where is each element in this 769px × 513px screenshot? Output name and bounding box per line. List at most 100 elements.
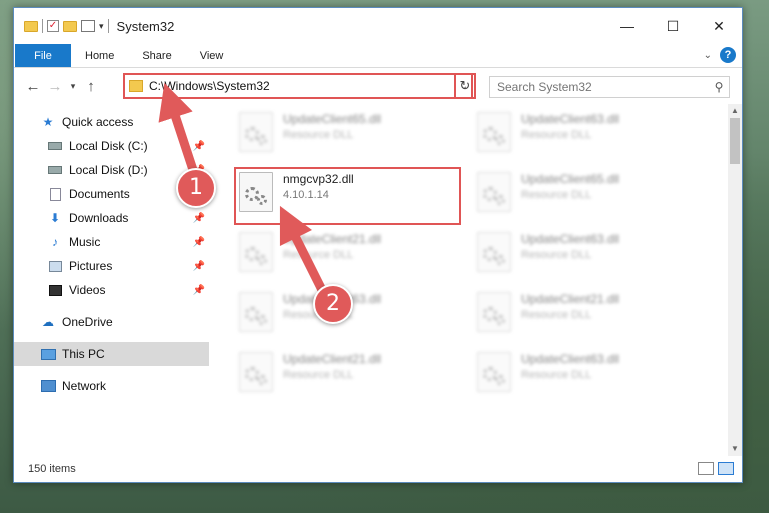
file-item[interactable]: UpdateClient65.dll Resource DLL bbox=[239, 112, 459, 162]
properties-check-icon[interactable]: ✓ bbox=[47, 20, 59, 32]
dll-file-icon bbox=[477, 232, 511, 272]
sidebar-item-downloads[interactable]: ⬇ Downloads 📌 bbox=[14, 206, 209, 230]
sidebar-item-label: Local Disk (C:) bbox=[69, 139, 148, 153]
pin-icon[interactable]: 📌 bbox=[193, 141, 205, 152]
close-button[interactable]: ✕ bbox=[696, 8, 742, 44]
sidebar-item-label: Videos bbox=[69, 283, 106, 297]
up-arrow-icon[interactable]: ↑ bbox=[80, 78, 102, 95]
file-description: Resource DLL bbox=[521, 189, 592, 201]
tab-share[interactable]: Share bbox=[128, 44, 185, 67]
minimize-button[interactable]: — bbox=[604, 8, 650, 44]
tab-home[interactable]: Home bbox=[71, 44, 128, 67]
file-name: UpdateClient21.dll bbox=[283, 232, 382, 246]
sidebar-item-quick-access[interactable]: ★ Quick access bbox=[14, 110, 209, 134]
cloud-icon: ☁ bbox=[42, 315, 54, 329]
title-bar: ✓ ▾ System32 — ☐ ✕ bbox=[14, 8, 742, 44]
customize-dropdown-icon[interactable]: ▾ bbox=[99, 21, 104, 32]
file-description: Resource DLL bbox=[283, 369, 354, 381]
sidebar-item-label: Documents bbox=[69, 187, 130, 201]
forward-arrow-icon[interactable]: → bbox=[44, 78, 66, 95]
properties-icon[interactable] bbox=[81, 20, 95, 32]
file-name: UpdateClient21.dll bbox=[521, 292, 620, 306]
file-description: Resource DLL bbox=[521, 309, 592, 321]
file-item[interactable]: UpdateClient63.dll Resource DLL bbox=[477, 232, 697, 282]
sidebar-item-pictures[interactable]: Pictures 📌 bbox=[14, 254, 209, 278]
search-input[interactable] bbox=[497, 80, 709, 94]
sidebar-item-videos[interactable]: Videos 📌 bbox=[14, 278, 209, 302]
large-icons-view-icon[interactable] bbox=[718, 462, 734, 475]
recent-locations-icon[interactable]: ▾ bbox=[66, 81, 80, 92]
folder-icon bbox=[24, 20, 38, 32]
view-toggle bbox=[698, 462, 734, 475]
file-item[interactable]: UpdateClient63.dll Resource DLL bbox=[477, 112, 697, 162]
tab-view[interactable]: View bbox=[186, 44, 238, 67]
sidebar-item-label: Pictures bbox=[69, 259, 113, 273]
sidebar-item-onedrive[interactable]: ☁ OneDrive bbox=[14, 310, 209, 334]
explorer-body: ★ Quick access Local Disk (C:) 📌 Local D… bbox=[14, 104, 742, 456]
scroll-down-icon[interactable]: ▼ bbox=[728, 442, 742, 456]
disk-icon bbox=[47, 163, 63, 177]
downloads-icon: ⬇ bbox=[49, 211, 61, 225]
vertical-scrollbar[interactable]: ▲ ▼ bbox=[728, 104, 742, 456]
details-view-icon[interactable] bbox=[698, 462, 714, 475]
file-item[interactable]: UpdateClient21.dll Resource DLL bbox=[239, 232, 459, 282]
refresh-button[interactable]: ↻ bbox=[454, 73, 476, 99]
search-box[interactable]: ⚲ bbox=[489, 76, 730, 98]
file-description: Resource DLL bbox=[283, 249, 354, 261]
file-item[interactable]: UpdateClient21.dll Resource DLL bbox=[239, 352, 459, 402]
file-description: Resource DLL bbox=[521, 369, 592, 381]
dll-file-icon bbox=[239, 292, 273, 332]
sidebar-item-label: Quick access bbox=[62, 115, 134, 129]
address-path[interactable]: C:\Windows\System32 bbox=[149, 79, 457, 93]
dll-file-icon bbox=[477, 112, 511, 152]
dll-file-icon bbox=[477, 352, 511, 392]
address-bar[interactable]: C:\Windows\System32 ⌄ bbox=[123, 73, 473, 99]
search-icon: ⚲ bbox=[714, 80, 724, 94]
sidebar-item-music[interactable]: ♪ Music 📌 bbox=[14, 230, 209, 254]
pin-icon[interactable]: 📌 bbox=[193, 285, 205, 296]
file-item[interactable]: UpdateClient21.dll Resource DLL bbox=[477, 292, 697, 342]
sidebar-item-this-pc[interactable]: This PC bbox=[14, 342, 209, 366]
item-count: 150 items bbox=[28, 463, 76, 475]
pin-icon[interactable]: 📌 bbox=[193, 213, 205, 224]
pin-icon[interactable]: 📌 bbox=[193, 237, 205, 248]
sidebar-item-label: Downloads bbox=[69, 211, 129, 225]
sidebar-item-network[interactable]: Network bbox=[14, 374, 209, 398]
quick-access-toolbar: ✓ ▾ bbox=[14, 19, 109, 33]
file-item[interactable]: UpdateClient63.dll Resource DLL bbox=[477, 352, 697, 402]
sidebar-item-label: Music bbox=[69, 235, 101, 249]
network-icon bbox=[40, 379, 56, 393]
expand-ribbon-icon[interactable]: ⌄ bbox=[704, 50, 712, 61]
pictures-icon bbox=[47, 259, 63, 273]
file-name: UpdateClient63.dll bbox=[521, 352, 620, 366]
window-controls: — ☐ ✕ bbox=[604, 8, 742, 44]
step-1-badge: 1 bbox=[176, 168, 216, 208]
scrollbar-thumb[interactable] bbox=[730, 118, 740, 164]
tab-file[interactable]: File bbox=[15, 44, 71, 67]
videos-icon bbox=[47, 283, 63, 297]
ribbon-tabs: File Home Share View ⌄ ? bbox=[14, 44, 742, 68]
disk-icon bbox=[47, 139, 63, 153]
sidebar-item-label: OneDrive bbox=[62, 315, 113, 329]
back-arrow-icon[interactable]: ← bbox=[22, 78, 44, 95]
file-item[interactable]: UpdateClient65.dll Resource DLL bbox=[477, 172, 697, 222]
file-description: Resource DLL bbox=[521, 249, 592, 261]
pin-icon[interactable]: 📌 bbox=[193, 261, 205, 272]
dll-file-icon bbox=[477, 292, 511, 332]
navigation-pane: ★ Quick access Local Disk (C:) 📌 Local D… bbox=[14, 104, 209, 456]
scroll-up-icon[interactable]: ▲ bbox=[728, 104, 742, 118]
maximize-button[interactable]: ☐ bbox=[650, 8, 696, 44]
file-description: Resource DLL bbox=[521, 129, 592, 141]
file-description: Resource DLL bbox=[283, 129, 354, 141]
help-icon[interactable]: ? bbox=[720, 47, 736, 63]
address-row: ← → ▾ ↑ C:\Windows\System32 ⌄ ↻ ⚲ bbox=[14, 68, 742, 104]
divider bbox=[107, 19, 109, 33]
dll-file-icon bbox=[239, 352, 273, 392]
star-icon: ★ bbox=[42, 115, 54, 129]
new-folder-icon[interactable] bbox=[63, 20, 77, 32]
documents-icon bbox=[47, 187, 63, 201]
sidebar-item-local-disk-c[interactable]: Local Disk (C:) 📌 bbox=[14, 134, 209, 158]
file-name: UpdateClient63.dll bbox=[521, 232, 620, 246]
